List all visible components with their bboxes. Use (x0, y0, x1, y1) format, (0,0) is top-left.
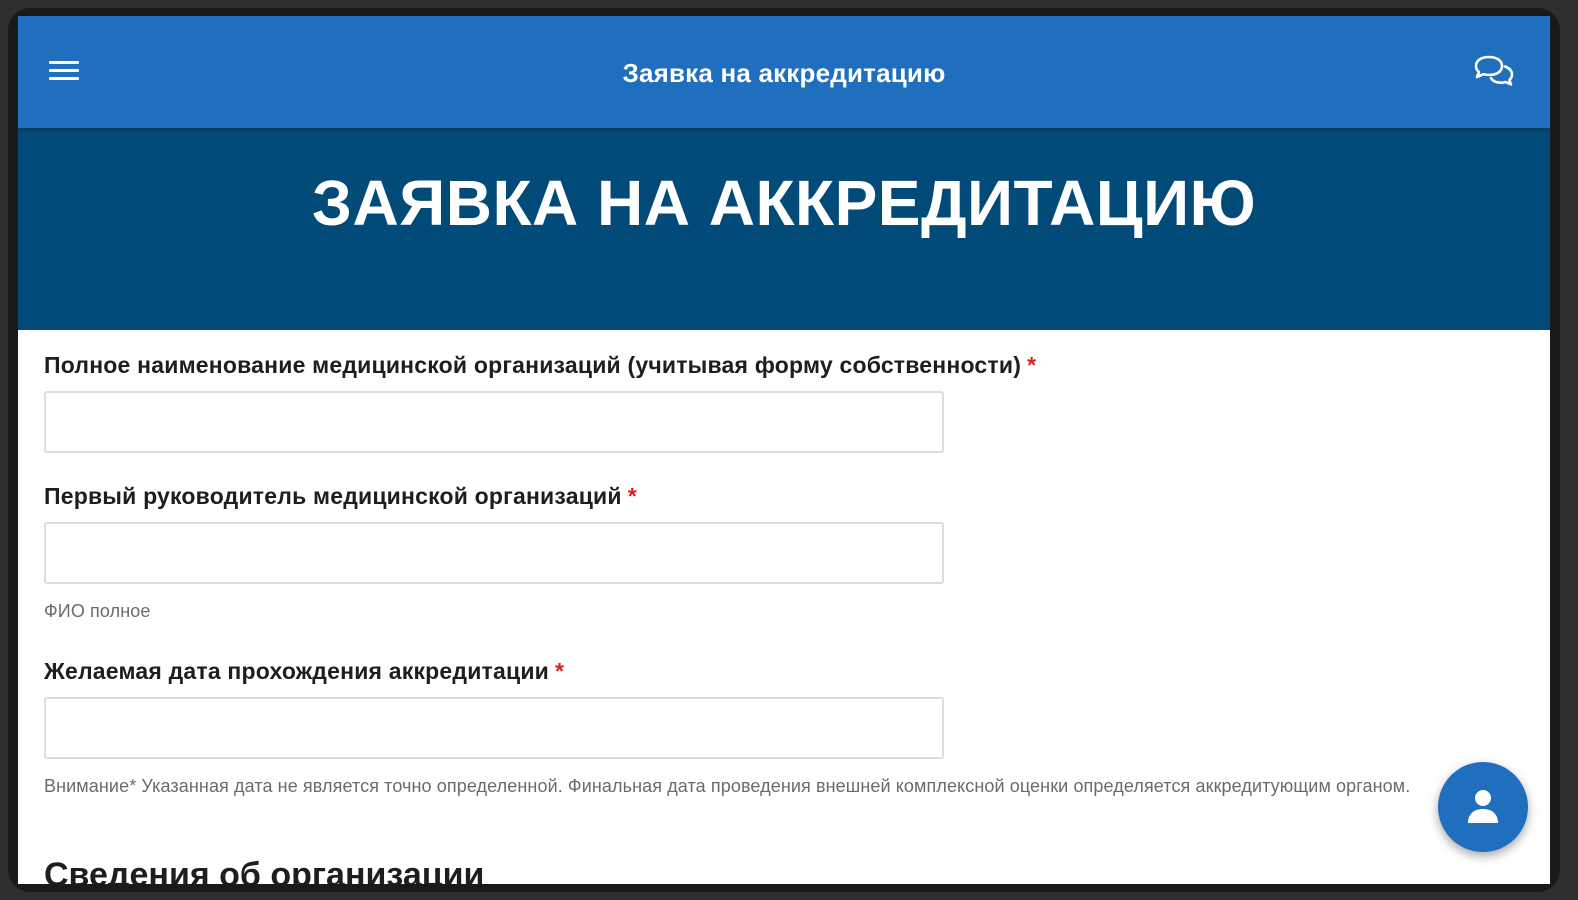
desired-date-field: Желаемая дата прохождения аккредитации * … (44, 658, 1444, 799)
desired-date-label: Желаемая дата прохождения аккредитации * (44, 658, 565, 684)
director-label: Первый руководитель медицинской организа… (44, 483, 637, 509)
organization-name-field: Полное наименование медицинской организа… (44, 352, 1444, 453)
app-bar: Заявка на аккредитацию (18, 16, 1550, 128)
desired-date-help-text: Внимание* Указанная дата не является точ… (44, 776, 1411, 796)
required-mark: * (555, 658, 565, 684)
required-mark: * (1027, 352, 1037, 378)
app-screen: Заявка на аккредитацию ЗАЯВКА НА АККРЕДИ… (18, 16, 1550, 884)
director-help-text: ФИО полное (44, 601, 151, 621)
page-title: ЗАЯВКА НА АККРЕДИТАЦИЮ (311, 167, 1257, 239)
director-field: Первый руководитель медицинской организа… (44, 483, 1444, 624)
person-icon (1468, 790, 1498, 823)
director-input[interactable] (44, 522, 944, 584)
chat-bubbles-icon[interactable] (1472, 54, 1516, 90)
profile-fab-button[interactable] (1438, 762, 1528, 852)
device-frame: Заявка на аккредитацию ЗАЯВКА НА АККРЕДИ… (8, 8, 1560, 892)
section-title-organization: Сведения об организации (44, 856, 485, 884)
organization-name-input[interactable] (44, 391, 944, 453)
desired-date-input[interactable] (44, 697, 944, 759)
organization-name-label: Полное наименование медицинской организа… (44, 352, 1037, 378)
app-bar-title: Заявка на аккредитацию (622, 58, 946, 88)
hero-banner: ЗАЯВКА НА АККРЕДИТАЦИЮ (18, 128, 1550, 330)
accreditation-form: Полное наименование медицинской организа… (44, 352, 1444, 799)
required-mark: * (627, 483, 637, 509)
